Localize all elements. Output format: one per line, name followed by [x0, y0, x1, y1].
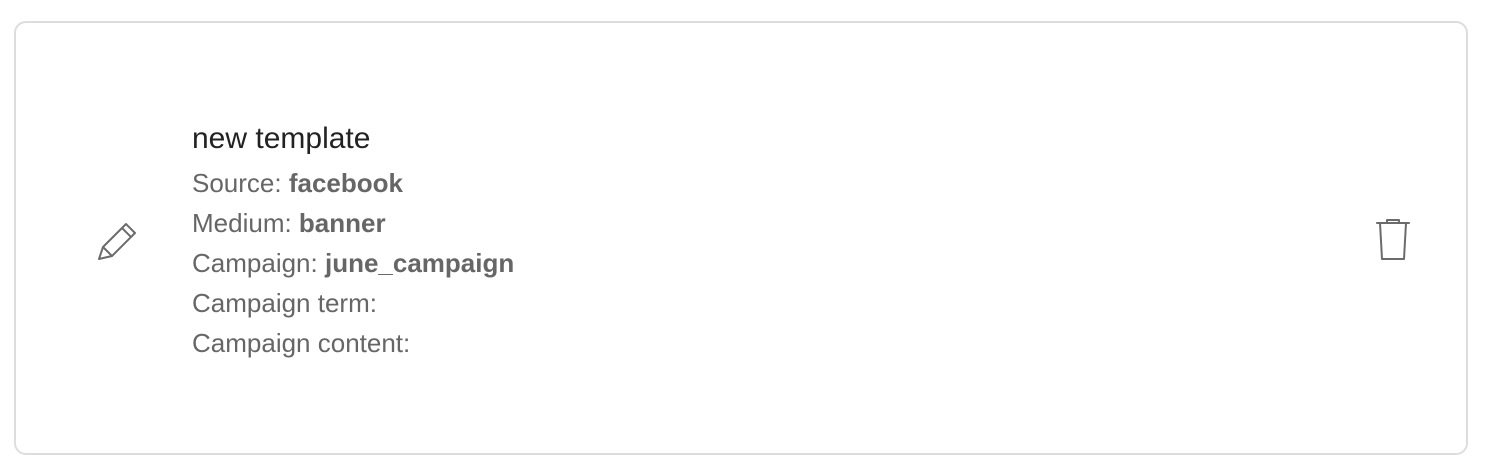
source-value: facebook — [288, 168, 403, 198]
medium-row: Medium: banner — [192, 203, 1192, 243]
campaign-value: june_campaign — [324, 248, 515, 278]
medium-value: banner — [298, 208, 386, 238]
campaign-row: Campaign: june_campaign — [192, 243, 1192, 283]
template-card: new template Source: facebook Medium: ba… — [14, 21, 1468, 455]
source-row: Source: facebook — [192, 163, 1192, 203]
source-label: Source: — [192, 168, 289, 198]
template-name: new template — [192, 122, 371, 155]
campaign-term-row: Campaign term: — [192, 283, 1192, 323]
delete-template-button[interactable] — [1372, 218, 1416, 262]
trash-icon — [1376, 219, 1410, 260]
campaign-label: Campaign: — [192, 248, 325, 278]
medium-label: Medium: — [192, 208, 299, 238]
campaign-term-label: Campaign term: — [192, 288, 377, 318]
campaign-content-label: Campaign content: — [192, 328, 411, 358]
pencil-icon — [98, 223, 136, 260]
edit-template-button[interactable] — [96, 219, 140, 263]
template-details: new template Source: facebook Medium: ba… — [192, 121, 1192, 363]
campaign-content-row: Campaign content: — [192, 323, 1192, 363]
